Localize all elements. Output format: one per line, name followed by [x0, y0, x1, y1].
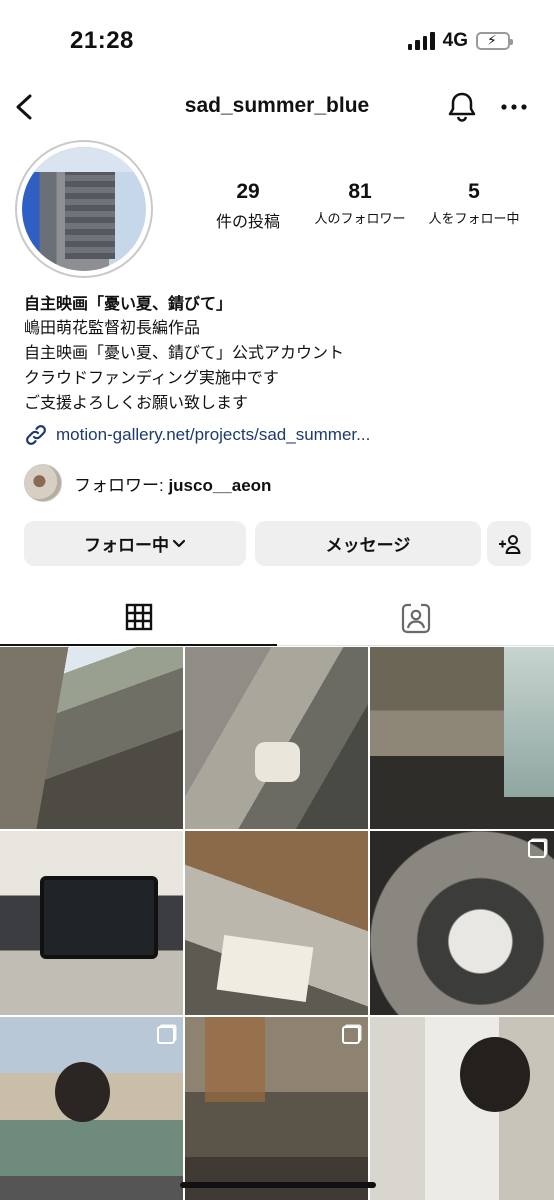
home-indicator[interactable] [180, 1182, 376, 1188]
posts-grid [0, 647, 554, 1200]
posts-count: 29 件の投稿 [207, 180, 289, 232]
post-thumbnail[interactable] [0, 647, 183, 829]
add-user-button[interactable] [487, 521, 531, 566]
post-thumbnail[interactable] [370, 647, 554, 829]
content-tabs [0, 590, 554, 646]
follower-avatar [24, 464, 62, 502]
multi-post-icon [342, 1026, 360, 1044]
bio-line: 自主映画「憂い夏、錆びて」公式アカウント [24, 345, 345, 362]
following-button[interactable]: フォロー中 [24, 521, 246, 566]
message-button-label: メッセージ [325, 536, 411, 555]
posts-value: 29 [236, 180, 260, 203]
avatar-image [22, 147, 146, 271]
more-icon[interactable] [500, 94, 528, 120]
avatar[interactable] [15, 140, 153, 278]
link-icon [26, 425, 46, 445]
post-thumbnail[interactable] [185, 831, 368, 1015]
posts-label: 件の投稿 [215, 214, 280, 231]
followers-count[interactable]: 81 人のフォロワー [305, 180, 415, 227]
post-thumbnail[interactable] [185, 1017, 368, 1200]
profile-bio: 自主映画「憂い夏、錆びて」 嶋田萌花監督初長編作品 自主映画「憂い夏、錆びて」公… [24, 290, 534, 416]
tab-tagged[interactable] [277, 590, 554, 646]
followed-by[interactable]: フォロワー: jusco__aeon [24, 464, 271, 502]
following-count[interactable]: 5 人をフォロー中 [419, 180, 529, 227]
followed-by-user: jusco__aeon [168, 475, 272, 495]
post-thumbnail[interactable] [0, 831, 183, 1015]
battery-icon: ⚡ [476, 32, 513, 50]
followers-value: 81 [348, 180, 372, 203]
followed-by-prefix: フォロワー: [74, 475, 169, 495]
profile-name: 自主映画「憂い夏、錆びて」 [24, 296, 233, 313]
status-indicators: 4G ⚡ [407, 30, 513, 52]
bio-line: ご支援よろしくお願い致します [24, 395, 249, 412]
profile-actions: フォロー中 メッセージ [24, 521, 532, 566]
post-thumbnail[interactable] [0, 1017, 183, 1200]
post-thumbnail[interactable] [370, 831, 554, 1015]
following-label: 人をフォロー中 [428, 211, 520, 226]
multi-post-icon [528, 840, 546, 858]
grid-icon [125, 603, 152, 631]
bell-icon[interactable] [446, 90, 478, 124]
tagged-icon [401, 603, 430, 633]
followers-label: 人のフォロワー [314, 211, 406, 226]
profile-link[interactable]: motion-gallery.net/projects/sad_summer..… [24, 423, 370, 447]
profile-header: sad_summer_blue [0, 84, 554, 130]
post-thumbnail[interactable] [185, 647, 368, 829]
profile-stats: 29 件の投稿 81 人のフォロワー 5 人をフォロー中 [195, 180, 535, 240]
tab-posts-grid[interactable] [0, 590, 277, 646]
status-time: 21:28 [70, 27, 134, 54]
chevron-down-icon [172, 539, 186, 547]
signal-icon [407, 32, 435, 50]
bio-line: クラウドファンディング実施中です [24, 370, 279, 387]
network-type: 4G [442, 30, 468, 51]
message-button[interactable]: メッセージ [255, 521, 481, 566]
multi-post-icon [157, 1026, 175, 1044]
bio-line: 嶋田萌花監督初長編作品 [24, 320, 201, 337]
following-value: 5 [468, 180, 480, 203]
followed-by-text: フォロワー: jusco__aeon [74, 471, 271, 496]
post-thumbnail[interactable] [370, 1017, 554, 1200]
status-bar: 21:28 4G ⚡ [0, 0, 554, 84]
add-user-icon [499, 534, 521, 554]
profile-link-text: motion-gallery.net/projects/sad_summer..… [56, 425, 371, 444]
following-button-label: フォロー中 [84, 536, 169, 555]
